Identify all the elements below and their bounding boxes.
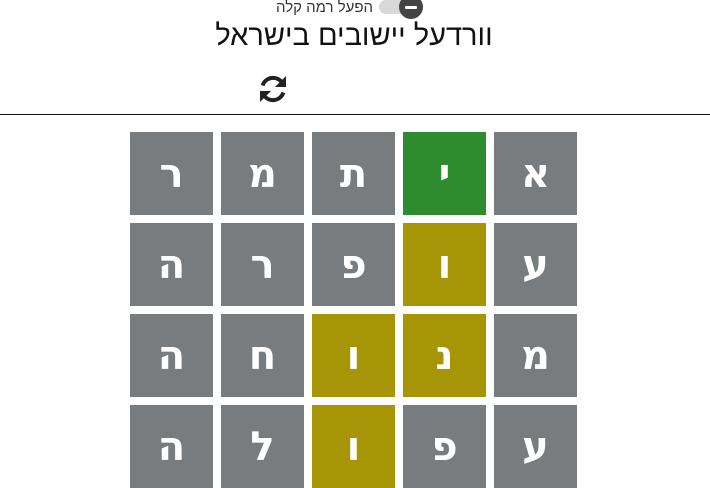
tile-r2-c2: ר	[221, 223, 304, 306]
tile-r4-c1: ה	[130, 405, 213, 488]
tile-r1-c4: י	[403, 132, 486, 215]
game-board: רמתיאהרפועהחונמהלופע	[130, 132, 578, 488]
tile-r1-c2: מ	[221, 132, 304, 215]
easy-mode-toggle[interactable]	[379, 0, 425, 19]
tile-r2-c3: פ	[312, 223, 395, 306]
tile-r4-c2: ל	[221, 405, 304, 488]
page-title-text: וורדעל יישובים בישראל	[215, 20, 493, 52]
tile-r3-c1: ה	[130, 314, 213, 397]
easy-mode-label: הפעל רמה קלה	[276, 0, 374, 16]
refresh-button[interactable]	[256, 72, 290, 106]
tile-r3-c4: נ	[403, 314, 486, 397]
easy-mode-toggle-row: הפעל רמה קלה	[276, 0, 425, 19]
tile-r3-c3: ו	[312, 314, 395, 397]
page-title: וורדעל יישובים בישראל	[0, 20, 710, 53]
tile-r2-c5: ע	[494, 223, 577, 306]
refresh-icon	[260, 75, 286, 103]
tile-r2-c1: ה	[130, 223, 213, 306]
tile-r1-c3: ת	[312, 132, 395, 215]
toggle-knob	[399, 0, 424, 19]
tile-r4-c4: פ	[403, 405, 486, 488]
tile-r1-c5: א	[494, 132, 577, 215]
tile-r4-c5: ע	[494, 405, 577, 488]
header-divider	[0, 114, 710, 115]
tile-r1-c1: ר	[130, 132, 213, 215]
tile-r3-c5: מ	[494, 314, 577, 397]
tile-r4-c3: ו	[312, 405, 395, 488]
tile-r3-c2: ח	[221, 314, 304, 397]
tile-r2-c4: ו	[403, 223, 486, 306]
